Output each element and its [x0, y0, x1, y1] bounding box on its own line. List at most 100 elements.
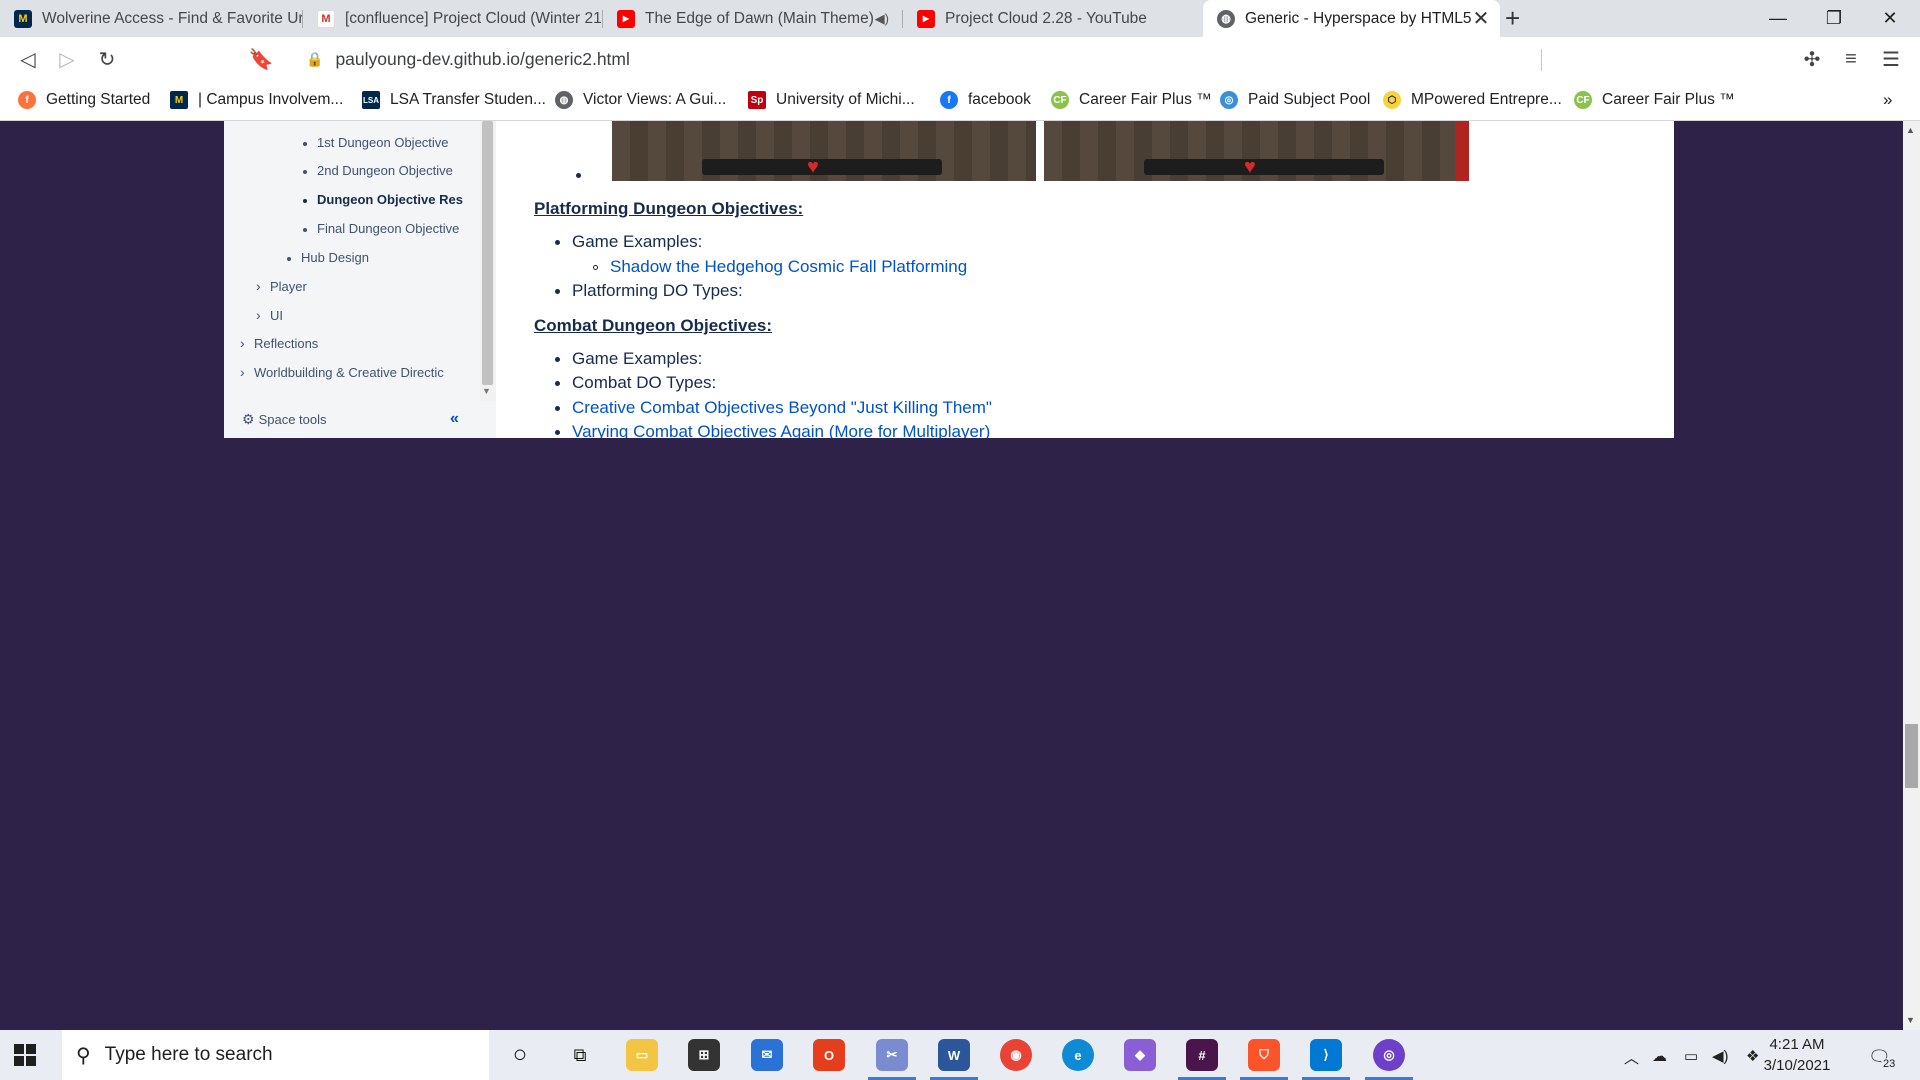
restore-button[interactable]: ❐ — [1806, 0, 1862, 37]
scroll-down-arrow-icon[interactable]: ▼ — [1906, 1015, 1915, 1025]
list-item: Game Examples: — [555, 349, 702, 369]
back-icon[interactable]: ◁ — [13, 44, 43, 74]
collapse-sidebar-button[interactable]: « — [450, 410, 459, 428]
cf-icon: CF — [1051, 91, 1069, 109]
task-view-icon[interactable]: ⧉ — [564, 1039, 596, 1071]
visual-studio-icon[interactable]: ◆ — [1124, 1039, 1156, 1071]
scroll-up-arrow-icon[interactable]: ▲ — [1906, 125, 1915, 135]
page-viewport: 1st Dungeon Objective 2nd Dungeon Object… — [0, 121, 1920, 1030]
tab-strip: M Wolverine Access - Find & Favorite Ur … — [0, 0, 1920, 37]
scroll-down-arrow-icon[interactable]: ▼ — [482, 386, 491, 396]
bookmark-item[interactable]: f facebook — [940, 80, 1031, 120]
sidebar-item-worldbuilding[interactable]: › Worldbuilding & Creative Directic — [240, 364, 450, 380]
bookmark-item[interactable]: ◍ Victor Views: A Gui... — [555, 80, 726, 120]
taskbar-search-input[interactable]: ⚲ Type here to search — [62, 1030, 489, 1080]
new-tab-button[interactable]: + — [1505, 3, 1520, 34]
url-text: paulyoung-dev.github.io/generic2.html — [335, 48, 630, 69]
youtube-icon: ▶ — [917, 9, 935, 28]
slack-icon[interactable]: # — [1186, 1039, 1218, 1071]
chevron-right-icon[interactable]: › — [240, 335, 254, 351]
gear-icon: ⚙ — [242, 411, 255, 427]
cf-icon: CF — [1574, 91, 1592, 109]
volume-icon[interactable]: ◀) — [1712, 1047, 1729, 1065]
tab-generic-hyperspace[interactable]: ◍ Generic - Hyperspace by HTML5 U ✕ — [1203, 0, 1500, 37]
link-shadow-cosmic-fall[interactable]: Shadow the Hedgehog Cosmic Fall Platform… — [593, 257, 967, 277]
chevron-right-icon[interactable]: › — [240, 364, 254, 380]
page-content: ♥ ♥ Platforming Dungeon Objectives: Game… — [533, 121, 1674, 438]
system-clock[interactable]: 4:21 AM 3/10/2021 — [1752, 1034, 1842, 1076]
space-tools-button[interactable]: ⚙ Space tools — [242, 411, 327, 428]
chevron-right-icon[interactable]: › — [256, 278, 270, 294]
sidebar-item-dungeon-objective-res[interactable]: Dungeon Objective Res — [303, 192, 493, 207]
tab-edge-of-dawn[interactable]: ▶ The Edge of Dawn (Main Theme) - ◀) — [603, 0, 903, 37]
menu-icon[interactable]: ☰ — [1876, 44, 1906, 74]
space-sidebar: 1st Dungeon Objective 2nd Dungeon Object… — [224, 121, 496, 438]
bookmark-item[interactable]: CF Career Fair Plus ™ — [1574, 80, 1735, 120]
search-icon: ⚲ — [76, 1044, 91, 1067]
address-bar[interactable]: 🔒 paulyoung-dev.github.io/generic2.html — [292, 43, 1632, 75]
word-icon[interactable]: W — [938, 1039, 970, 1071]
bookmark-item[interactable]: f Getting Started — [18, 80, 150, 120]
game-screenshot-image: ♥ — [612, 121, 1036, 181]
sona-icon: ◎ — [1220, 91, 1238, 109]
brave-icon[interactable]: ⛉ — [1248, 1039, 1280, 1071]
link-creative-combat-objectives[interactable]: Creative Combat Objectives Beyond "Just … — [555, 398, 992, 418]
microsoft-store-icon[interactable]: ⊞ — [688, 1039, 720, 1071]
vscode-icon[interactable]: ⟩ — [1310, 1039, 1342, 1071]
page-scrollbar[interactable] — [1903, 121, 1920, 1030]
sidebar-item-1st-dungeon-objective[interactable]: 1st Dungeon Objective — [303, 135, 449, 150]
bookmark-item[interactable]: CF Career Fair Plus ™ — [1051, 80, 1212, 120]
media-control-icon[interactable]: ≡ — [1836, 44, 1866, 74]
mail-icon[interactable]: ✉ — [751, 1039, 783, 1071]
chevron-up-icon[interactable]: ︿ — [1624, 1047, 1639, 1068]
sidebar-item-player[interactable]: › Player — [256, 278, 307, 294]
tab-wolverine-access[interactable]: M Wolverine Access - Find & Favorite Ur — [0, 0, 303, 37]
bookmarks-bar: f Getting Started M | Campus Involvem... L… — [0, 80, 1920, 121]
globe-icon: ◍ — [555, 91, 573, 109]
game-screenshot-image: ♥ — [1044, 121, 1469, 181]
bookmark-item[interactable]: Sp University of Michi... — [748, 80, 915, 120]
michigan-m-icon: M — [14, 9, 32, 28]
reload-icon[interactable]: ↻ — [92, 44, 122, 74]
cortana-icon[interactable]: ○ — [504, 1039, 536, 1071]
office-icon[interactable]: O — [813, 1039, 845, 1071]
sidebar-item-final-dungeon-objective[interactable]: Final Dungeon Objective — [303, 221, 459, 236]
list-item: Platforming DO Types: — [555, 281, 743, 301]
github-desktop-icon[interactable]: ◎ — [1373, 1039, 1405, 1071]
link-varying-combat-objectives[interactable]: Varying Combat Objectives Again (More fo… — [555, 422, 990, 438]
bookmarks-overflow-button[interactable]: » — [1883, 80, 1892, 120]
close-tab-icon[interactable]: ✕ — [1472, 6, 1490, 31]
bookmark-icon[interactable]: 🔖 — [246, 44, 276, 74]
youtube-icon: ▶ — [617, 9, 635, 28]
tab-project-cloud-youtube[interactable]: ▶ Project Cloud 2.28 - YouTube — [903, 0, 1203, 37]
sidebar-item-ui[interactable]: › UI — [256, 307, 283, 323]
chevron-right-icon[interactable]: › — [256, 307, 270, 323]
globe-icon: ◍ — [1217, 9, 1235, 28]
bookmark-item[interactable]: ⬡ MPowered Entrepre... — [1383, 80, 1562, 120]
list-item: Combat DO Types: — [555, 373, 716, 393]
snip-sketch-icon[interactable]: ✂ — [876, 1039, 908, 1071]
edge-icon[interactable]: e — [1062, 1039, 1094, 1071]
onedrive-icon[interactable]: ☁ — [1652, 1047, 1667, 1065]
speaker-icon[interactable]: ◀) — [875, 11, 889, 27]
tab-confluence-gmail[interactable]: M [confluence] Project Cloud (Winter 21 — [303, 0, 603, 37]
battery-icon[interactable]: ▭ — [1684, 1047, 1698, 1065]
forward-icon[interactable]: ▷ — [52, 44, 82, 74]
sidebar-item-reflections[interactable]: › Reflections — [240, 335, 318, 351]
page-scrollbar-thumb[interactable] — [1905, 724, 1918, 788]
bookmark-item[interactable]: M | Campus Involvem... — [170, 80, 343, 120]
combat-heading: Combat Dungeon Objectives: — [534, 316, 773, 335]
sidebar-scrollbar-thumb[interactable] — [482, 121, 493, 385]
platforming-heading: Platforming Dungeon Objectives: — [534, 199, 804, 218]
chrome-icon[interactable]: ◉ — [1000, 1039, 1032, 1071]
sidebar-item-hub-design[interactable]: Hub Design — [287, 250, 369, 265]
sidebar-item-2nd-dungeon-objective[interactable]: 2nd Dungeon Objective — [303, 163, 453, 178]
minimize-button[interactable]: — — [1750, 0, 1806, 37]
bookmark-item[interactable]: LSA LSA Transfer Studen... — [362, 80, 546, 120]
notification-count-badge: 23 — [1881, 1058, 1898, 1070]
close-window-button[interactable]: ✕ — [1862, 0, 1918, 37]
extensions-icon[interactable]: ✣ — [1797, 44, 1827, 74]
windows-start-icon[interactable] — [14, 1044, 36, 1066]
bookmark-item[interactable]: ◎ Paid Subject Pool — [1220, 80, 1370, 120]
file-explorer-icon[interactable]: ▭ — [626, 1039, 658, 1071]
